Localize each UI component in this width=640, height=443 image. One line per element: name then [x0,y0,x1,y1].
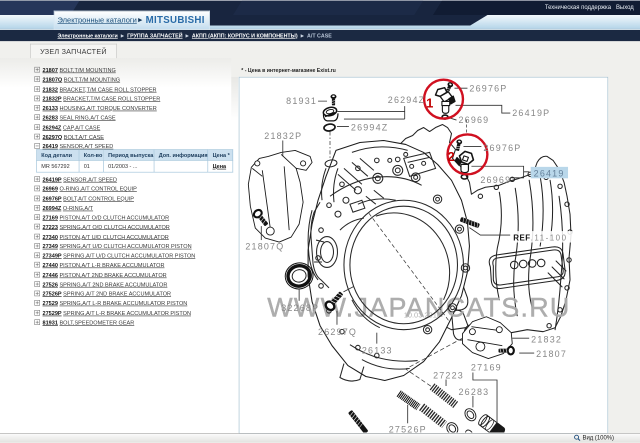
svg-text:27526P: 27526P [389,424,427,432]
svg-text:26976P: 26976P [469,84,507,94]
svg-text:27169: 27169 [471,363,502,373]
svg-text:32268P: 32268P [281,303,319,313]
svg-text:81931: 81931 [286,96,317,106]
svg-text:26419: 26419 [534,168,565,178]
svg-text:26294Z: 26294Z [388,95,426,105]
svg-text:21832: 21832 [531,335,562,345]
svg-text:REF.11-100: REF.11-100 [513,234,567,243]
svg-text:27223: 27223 [433,370,464,380]
svg-text:21807: 21807 [536,349,567,359]
svg-text:26969: 26969 [480,175,511,185]
svg-text:26133: 26133 [362,346,393,356]
svg-text:26419P: 26419P [512,108,550,118]
svg-text:26976P: 26976P [483,143,521,153]
svg-text:26283: 26283 [458,387,489,397]
svg-text:26297Q: 26297Q [318,327,357,337]
svg-text:2: 2 [448,149,455,164]
svg-text:26969: 26969 [458,115,489,125]
svg-text:1: 1 [426,96,433,111]
svg-text:26994Z: 26994Z [351,123,389,133]
svg-text:21832P: 21832P [264,131,302,141]
svg-text:21807Q: 21807Q [245,242,284,252]
